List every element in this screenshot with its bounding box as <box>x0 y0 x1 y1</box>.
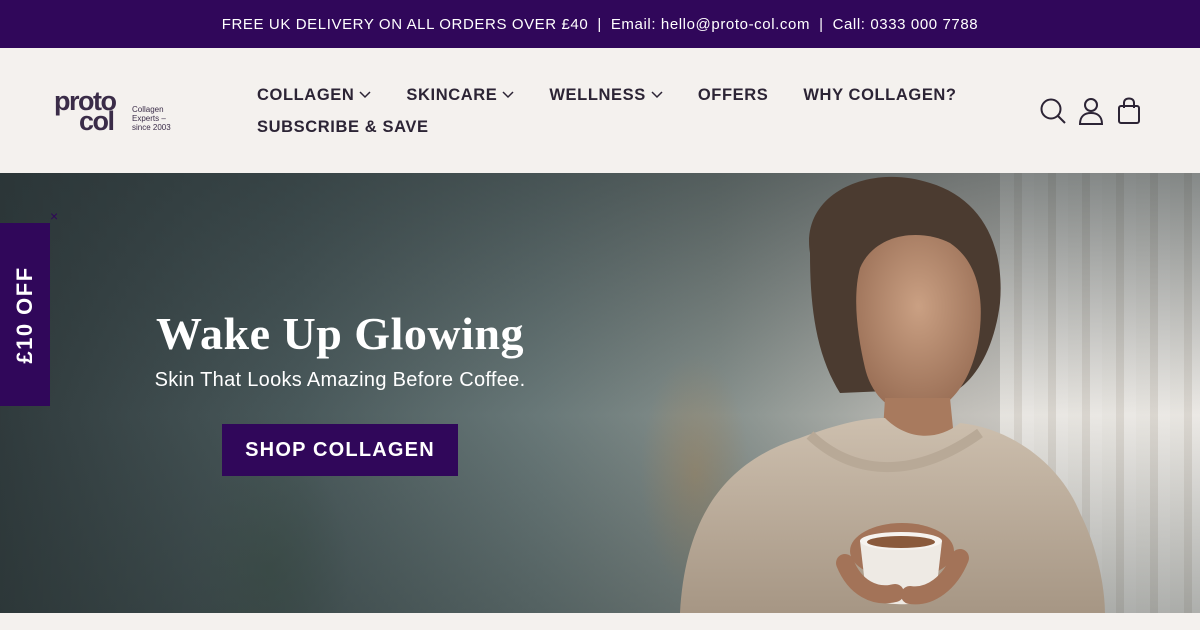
nav-label: SKINCARE <box>406 85 498 104</box>
nav-item-subscribe-save[interactable]: SUBSCRIBE & SAVE <box>257 118 429 137</box>
nav-label: SUBSCRIBE & SAVE <box>257 117 429 136</box>
separator: | <box>597 15 602 33</box>
logo-tagline-line: Collagen <box>132 105 164 114</box>
logo[interactable]: proto col Collagen Experts – since 2003 <box>54 88 184 136</box>
email-link[interactable]: Email: hello@proto-col.com <box>611 16 810 33</box>
nav-row: SUBSCRIBE & SAVE <box>257 115 957 139</box>
promo-close-icon[interactable]: × <box>50 209 62 223</box>
page-bottom-strip <box>0 613 1200 630</box>
delivery-notice: FREE UK DELIVERY ON ALL ORDERS OVER £40 <box>221 15 589 33</box>
hero-woman-with-coffee-image <box>680 176 1105 613</box>
account-icon[interactable] <box>1076 96 1106 126</box>
site-header: proto col Collagen Experts – since 2003 … <box>0 48 1200 173</box>
nav-item-skincare[interactable]: SKINCARE <box>406 86 514 105</box>
search-icon[interactable] <box>1038 96 1068 126</box>
chevron-down-icon <box>651 91 663 99</box>
shop-collagen-button[interactable]: SHOP COLLAGEN <box>222 424 458 476</box>
hero-title: Wake Up Glowing <box>156 308 524 359</box>
nav-label: WHY COLLAGEN? <box>803 85 957 104</box>
promo-label: £10 OFF <box>12 266 37 364</box>
cart-icon[interactable] <box>1114 96 1144 126</box>
hero-subtitle: Skin That Looks Amazing Before Coffee. <box>154 369 526 391</box>
phone-link[interactable]: Call: 0333 000 7788 <box>833 16 979 33</box>
logo-tagline-line: since 2003 <box>132 123 171 132</box>
header-icons <box>1030 96 1144 126</box>
chevron-down-icon <box>502 91 514 99</box>
nav-row: COLLAGEN SKINCARE WELLNESS OFFERS WHY CO… <box>257 83 957 107</box>
hero-banner: Wake Up Glowing Skin That Looks Amazing … <box>0 173 1200 613</box>
nav-item-why-collagen[interactable]: WHY COLLAGEN? <box>803 86 956 105</box>
logo-tagline: Collagen Experts – since 2003 <box>132 105 192 132</box>
nav-item-collagen[interactable]: COLLAGEN <box>257 86 371 105</box>
logo-word-col: col <box>79 106 115 136</box>
nav-label: COLLAGEN <box>257 85 355 104</box>
announcement-bar: FREE UK DELIVERY ON ALL ORDERS OVER £40 … <box>0 0 1200 48</box>
logo-tagline-line: Experts – <box>132 114 166 123</box>
promo-discount-tab[interactable]: £10 OFF <box>0 223 50 406</box>
nav-label: OFFERS <box>697 85 769 104</box>
nav-item-offers[interactable]: OFFERS <box>698 86 769 105</box>
main-nav: COLLAGEN SKINCARE WELLNESS OFFERS WHY CO… <box>257 83 957 147</box>
separator: | <box>819 15 824 33</box>
nav-label: WELLNESS <box>549 85 646 104</box>
nav-item-wellness[interactable]: WELLNESS <box>549 85 663 105</box>
chevron-down-icon <box>359 91 371 99</box>
